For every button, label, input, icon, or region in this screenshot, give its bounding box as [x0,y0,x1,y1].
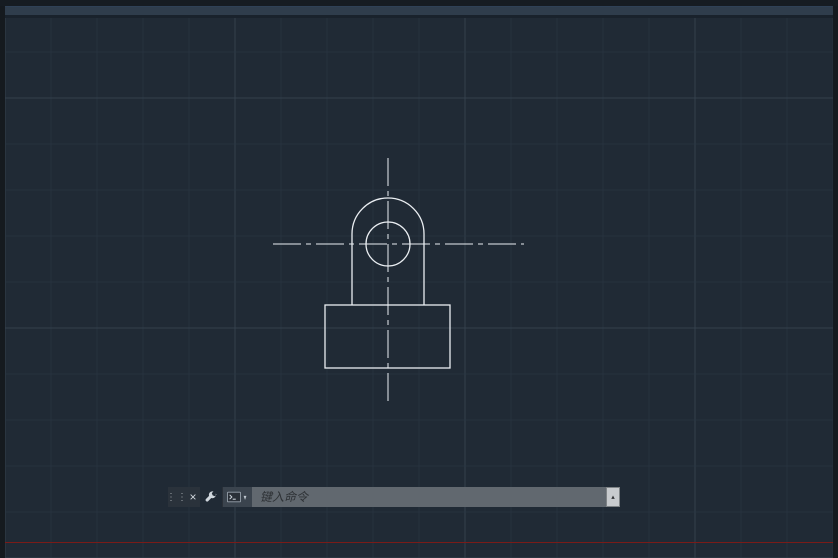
axis-baseline [5,542,833,543]
command-bar-customize-button[interactable] [202,487,220,507]
command-prompt-dropdown[interactable]: ▾ [222,487,252,507]
terminal-prompt-icon [227,491,241,503]
chevron-down-icon: ▾ [244,493,247,502]
command-bar-drag-handle[interactable]: ⋮⋮ [168,487,186,507]
ribbon-bar [5,7,833,15]
drawing-canvas[interactable] [5,18,833,558]
command-input[interactable] [252,487,606,507]
wrench-icon [204,490,218,504]
command-bar: ⋮⋮ × ▾ ▴ [168,487,620,507]
frame-right [833,6,838,558]
command-bar-expand-button[interactable]: ▴ [606,487,620,507]
command-bar-close-button[interactable]: × [186,487,200,507]
drawing [5,18,833,558]
